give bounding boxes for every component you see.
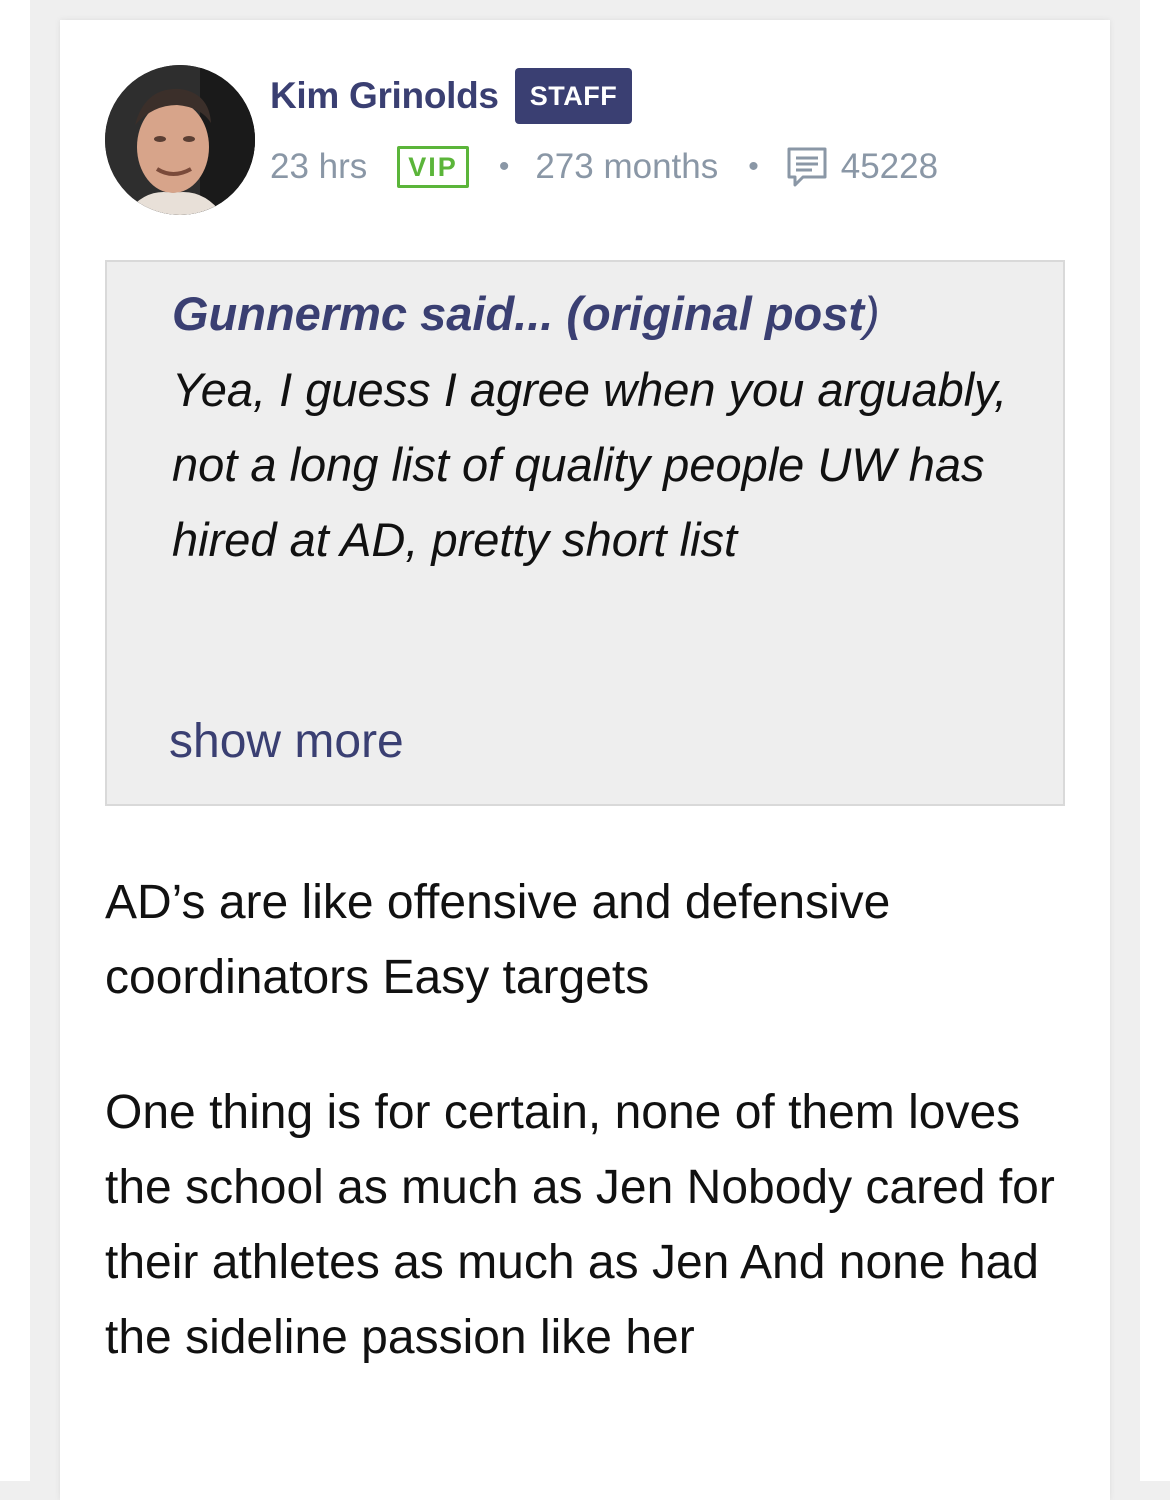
quote-close-paren: ) bbox=[864, 287, 880, 340]
comment-icon bbox=[785, 145, 829, 189]
avatar[interactable] bbox=[105, 65, 255, 215]
separator-dot: • bbox=[748, 150, 759, 183]
meta-row: 23 hrs VIP • 273 months • 45228 bbox=[270, 144, 938, 190]
separator-dot: • bbox=[498, 150, 510, 183]
member-tenure: 273 months bbox=[535, 147, 719, 186]
author-row: Kim Grinolds STAFF bbox=[270, 65, 633, 127]
post-time[interactable]: 23 hrs bbox=[270, 147, 367, 187]
post-count: 45228 bbox=[840, 147, 939, 186]
left-gutter bbox=[0, 0, 30, 1481]
quote-header: Gunnermc said... (original post) bbox=[172, 286, 880, 341]
post-paragraph: One thing is for certain, none of them l… bbox=[105, 1086, 1055, 1364]
quote-author[interactable]: Gunnermc bbox=[172, 287, 407, 340]
original-post-link[interactable]: original post bbox=[582, 287, 864, 340]
show-more-link[interactable]: show more bbox=[169, 714, 404, 769]
quote-block: Gunnermc said... (original post) Yea, I … bbox=[105, 260, 1065, 806]
avatar-image bbox=[105, 65, 255, 215]
post-paragraph: AD’s are like offensive and defensive co… bbox=[105, 876, 891, 1004]
right-gutter bbox=[1140, 0, 1170, 1481]
quote-text: Yea, I guess I agree when you arguably, … bbox=[172, 363, 1008, 566]
quote-said: said... ( bbox=[407, 287, 583, 340]
post-card: Kim Grinolds STAFF 23 hrs VIP • 273 mont… bbox=[60, 20, 1110, 1500]
staff-badge: STAFF bbox=[514, 68, 633, 124]
author-name[interactable]: Kim Grinolds bbox=[270, 75, 499, 117]
vip-badge: VIP bbox=[397, 146, 469, 188]
